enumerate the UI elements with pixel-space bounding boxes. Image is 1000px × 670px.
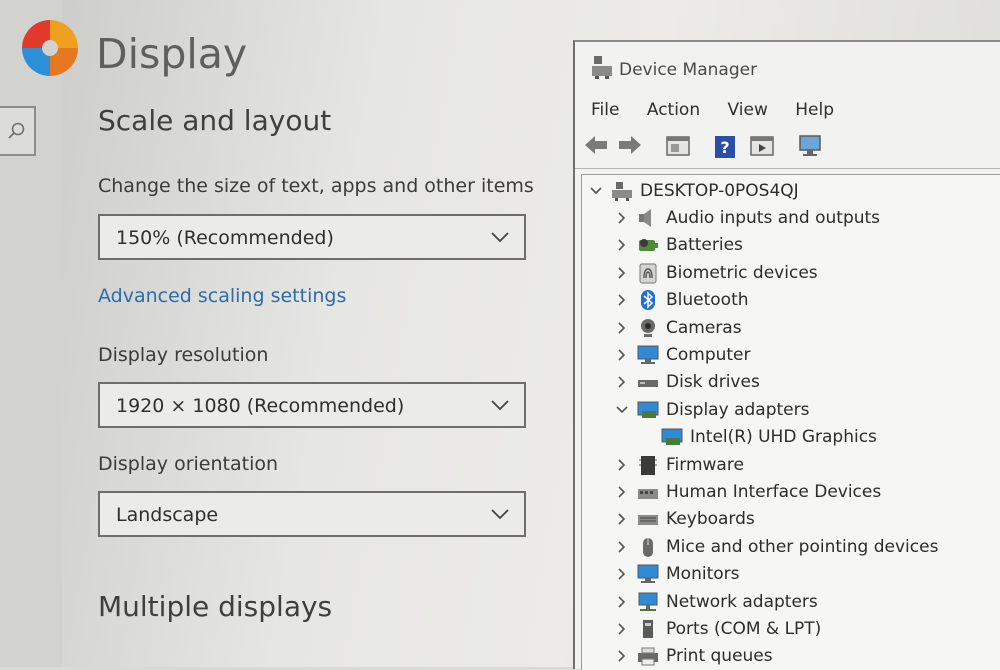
tree-item-label: Bluetooth <box>666 290 749 311</box>
forward-arrow-icon[interactable] <box>617 134 643 156</box>
tree-item-label: Biometric devices <box>666 262 818 283</box>
chevron-right-icon[interactable] <box>614 292 630 308</box>
chevron-right-icon[interactable] <box>614 511 630 527</box>
display-adapter-icon <box>637 401 659 418</box>
resolution-value: 1920 × 1080 (Recommended) <box>116 395 405 417</box>
chevron-right-icon[interactable] <box>614 265 630 281</box>
update-driver-icon[interactable] <box>749 134 775 158</box>
tree-item-label: Cameras <box>666 317 742 338</box>
chevron-right-icon[interactable] <box>614 320 630 336</box>
network-icon <box>638 592 658 611</box>
fingerprint-icon <box>639 263 657 284</box>
multiple-displays-title: Multiple displays <box>98 590 333 623</box>
orientation-label: Display orientation <box>98 453 279 475</box>
device-tree: DESKTOP-0POS4QJ Audio inputs and outputs… <box>581 174 1000 670</box>
chevron-down-icon <box>491 400 509 411</box>
chevron-down-icon[interactable] <box>614 402 630 418</box>
tree-item-label: Display adapters <box>666 399 810 420</box>
tree-item-label: Mice and other pointing devices <box>666 536 939 557</box>
chevron-right-icon[interactable] <box>614 347 630 363</box>
bluetooth-icon <box>641 290 655 311</box>
computer-icon <box>637 345 659 364</box>
chevron-down-icon <box>491 232 509 243</box>
chevron-right-icon[interactable] <box>614 457 630 473</box>
display-adapter-icon <box>661 428 683 446</box>
scan-hardware-icon[interactable] <box>797 134 823 158</box>
chevron-right-icon[interactable] <box>614 539 630 555</box>
tree-item-label: Ports (COM & LPT) <box>666 619 822 639</box>
orientation-dropdown[interactable]: Landscape <box>98 491 526 537</box>
printer-icon <box>638 647 658 666</box>
scale-section-title: Scale and layout <box>98 104 332 137</box>
chevron-down-icon <box>491 509 509 520</box>
chevron-right-icon[interactable] <box>614 621 630 637</box>
resolution-label: Display resolution <box>98 344 269 366</box>
speaker-icon <box>639 209 651 227</box>
chevron-right-icon[interactable] <box>614 484 630 500</box>
chevron-right-icon[interactable] <box>614 210 630 226</box>
window-title: Device Manager <box>619 60 758 80</box>
settings-nav-strip <box>0 0 62 667</box>
search-icon <box>8 122 25 139</box>
camera-icon <box>641 318 655 337</box>
tree-item-label: Network adapters <box>666 591 818 612</box>
firmware-icon <box>639 455 657 475</box>
orientation-value: Landscape <box>116 504 219 526</box>
menu-help[interactable]: Help <box>795 100 834 120</box>
scale-dropdown[interactable]: 150% (Recommended) <box>98 214 526 260</box>
device-manager-window: Device Manager File Action View Help ? D… <box>573 40 1000 670</box>
hid-icon <box>638 489 658 499</box>
page-title: Display <box>96 30 248 78</box>
chevron-right-icon[interactable] <box>614 566 630 582</box>
properties-icon[interactable] <box>665 134 691 158</box>
tree-item-label: Human Interface Devices <box>666 482 882 502</box>
chevron-right-icon[interactable] <box>614 374 630 390</box>
menu-action[interactable]: Action <box>647 100 700 120</box>
tree-item-label: Print queues <box>666 646 773 667</box>
computer-root-icon <box>612 182 632 201</box>
tree-item-label: Audio inputs and outputs <box>666 208 881 228</box>
device-manager-icon <box>592 56 612 79</box>
chevron-right-icon[interactable] <box>614 594 630 610</box>
battery-icon <box>639 239 658 252</box>
menu-view[interactable]: View <box>728 100 768 120</box>
tree-item-label: Keyboards <box>666 509 755 530</box>
advanced-scaling-link[interactable]: Advanced scaling settings <box>98 285 346 307</box>
disk-drive-icon <box>638 380 658 388</box>
tree-item-label: Monitors <box>666 564 740 585</box>
display-settings-panel: Display Scale and layout Change the size… <box>62 0 572 667</box>
monitor-icon <box>637 564 659 584</box>
search-button[interactable] <box>0 106 36 156</box>
menu-file[interactable]: File <box>591 100 619 120</box>
keyboard-icon <box>638 515 658 526</box>
tree-item-label: Firmware <box>666 454 744 475</box>
back-arrow-icon[interactable] <box>583 134 609 156</box>
resolution-dropdown[interactable]: 1920 × 1080 (Recommended) <box>98 382 526 428</box>
mouse-icon <box>643 537 653 557</box>
scale-value: 150% (Recommended) <box>116 227 334 249</box>
toolbar: ? <box>575 126 1000 169</box>
menu-bar: File Action View Help <box>591 100 856 120</box>
tree-item-label: Intel(R) UHD Graphics <box>690 427 877 448</box>
port-icon <box>643 620 653 638</box>
tree-item-label: Computer <box>666 345 751 365</box>
desktop-screen: Display Scale and layout Change the size… <box>0 0 1000 670</box>
tree-item-label: Batteries <box>666 235 743 256</box>
scale-label: Change the size of text, apps and other … <box>98 175 534 197</box>
chevron-right-icon[interactable] <box>614 648 630 664</box>
chevron-right-icon[interactable] <box>614 237 630 253</box>
root-label: DESKTOP-0POS4QJ <box>640 181 799 201</box>
help-icon[interactable]: ? <box>713 134 737 160</box>
chevron-down-icon[interactable] <box>588 183 604 199</box>
tree-item-label: Disk drives <box>666 372 760 393</box>
svg-text:?: ? <box>720 138 729 157</box>
